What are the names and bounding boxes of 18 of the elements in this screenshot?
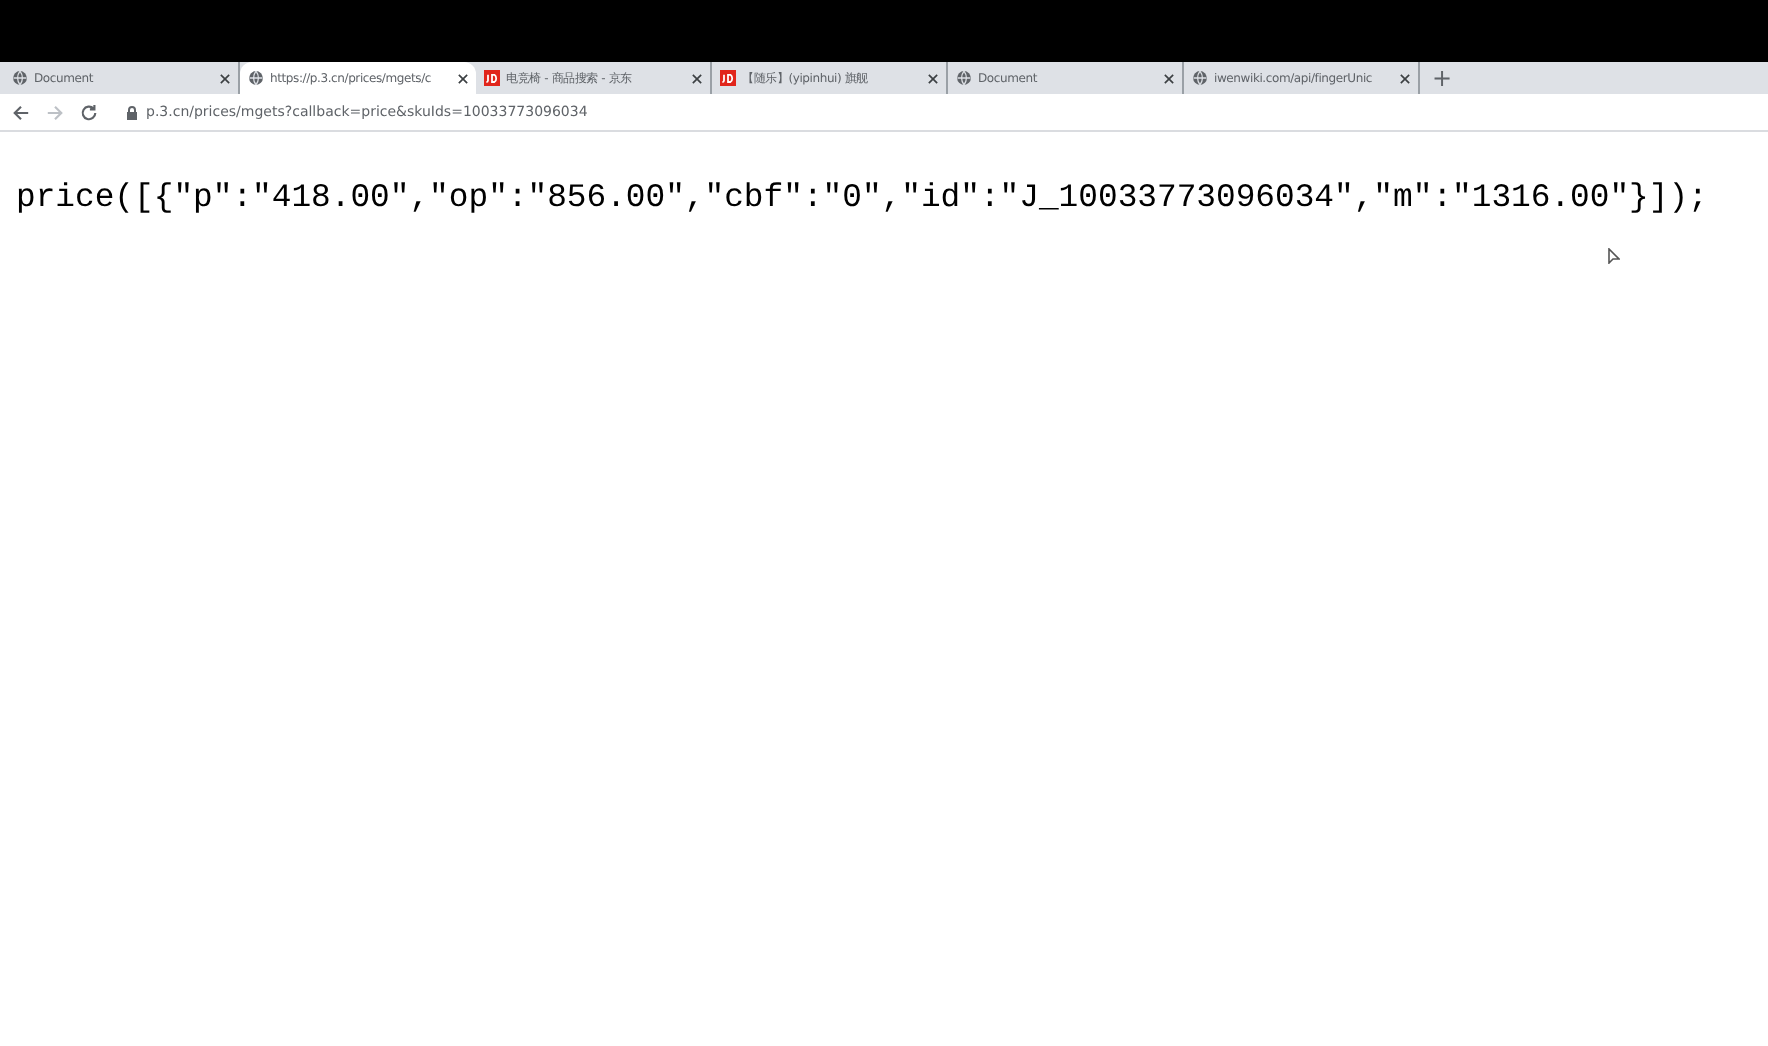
close-icon[interactable] bbox=[692, 73, 702, 83]
globe-icon bbox=[956, 70, 972, 86]
store-logo-icon bbox=[720, 70, 736, 86]
new-tab-button[interactable]: + bbox=[1420, 62, 1465, 94]
globe-icon bbox=[248, 70, 264, 86]
reload-button[interactable] bbox=[80, 103, 98, 121]
lock-icon bbox=[126, 105, 138, 119]
close-icon[interactable] bbox=[1400, 73, 1410, 83]
response-text: price([{"p":"418.00","op":"856.00","cbf":"0","id":"J_10033773096034","m":"1316.00"}]); bbox=[16, 176, 1708, 220]
close-icon[interactable] bbox=[458, 73, 468, 83]
globe-icon bbox=[1192, 70, 1208, 86]
close-icon[interactable] bbox=[928, 73, 938, 83]
cursor-icon bbox=[1608, 248, 1620, 264]
globe-icon bbox=[12, 70, 28, 86]
close-icon[interactable] bbox=[1164, 73, 1174, 83]
store-logo-icon bbox=[484, 70, 500, 86]
back-button[interactable] bbox=[12, 103, 30, 121]
close-icon[interactable] bbox=[220, 73, 230, 83]
